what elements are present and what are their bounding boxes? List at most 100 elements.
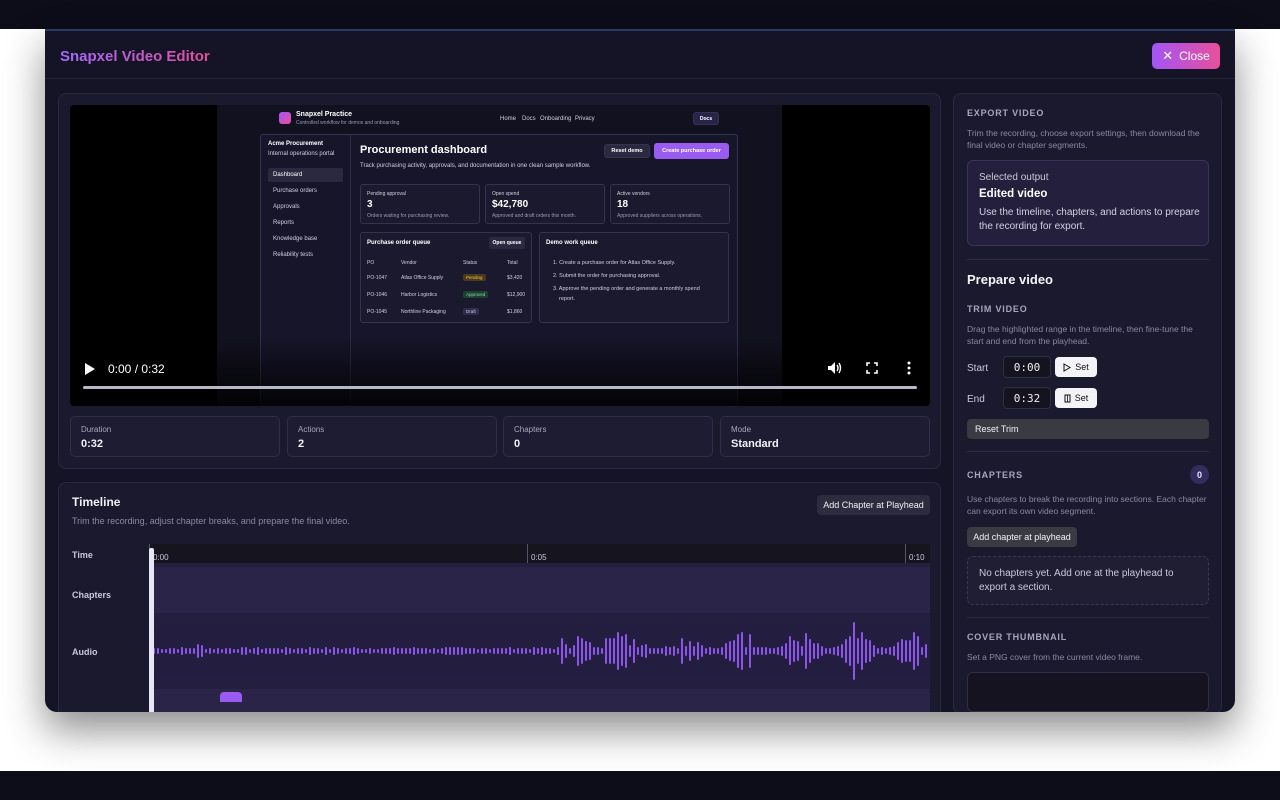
- waveform-bar: [289, 648, 291, 654]
- waveform-bar: [297, 647, 299, 655]
- trim-start-handle[interactable]: [149, 548, 154, 712]
- waveform-bar: [605, 637, 607, 665]
- practice-side-item: Purchase orders: [273, 188, 318, 194]
- volume-icon[interactable]: [827, 361, 843, 375]
- ruler-tick: [905, 544, 906, 563]
- ruler-tick-label: 0:05: [531, 553, 547, 562]
- waveform-bar: [553, 648, 555, 654]
- more-options-icon[interactable]: [907, 361, 911, 375]
- play-icon[interactable]: [84, 362, 96, 376]
- fullscreen-icon[interactable]: [866, 362, 878, 374]
- waveform-bar: [497, 647, 499, 655]
- waveform-bar: [645, 644, 647, 658]
- waveform-bar: [277, 648, 279, 654]
- add-chapter-button[interactable]: Add chapter at playhead: [967, 527, 1077, 547]
- waveform-bar: [641, 644, 643, 658]
- waveform-bar: [709, 646, 711, 656]
- trim-start-field[interactable]: 0:00: [1003, 356, 1051, 378]
- waveform-bar: [829, 647, 831, 655]
- waveform-bar: [433, 647, 435, 655]
- time-ruler[interactable]: 0:00 0:05 0:10: [149, 544, 930, 563]
- waveform-bar: [749, 633, 751, 669]
- waveform-bar: [521, 647, 523, 655]
- waveform-bar: [301, 648, 303, 654]
- waveform-bar: [689, 640, 691, 662]
- waveform-bar: [789, 636, 791, 666]
- practice-kpi-card: Active vendors 18 Approved suppliers acr…: [610, 184, 730, 224]
- ruler-tick-label: 0:10: [909, 553, 925, 562]
- waveform-bar: [381, 648, 383, 654]
- video-player[interactable]: Snapxel Practice Controlled workflow for…: [70, 105, 930, 406]
- waveform-bar: [557, 647, 559, 655]
- actions-track[interactable]: [149, 689, 930, 712]
- video-progress-bar[interactable]: [83, 386, 917, 389]
- waveform-bar: [185, 647, 187, 655]
- waveform-bar: [265, 648, 267, 654]
- waveform-bar: [317, 648, 319, 654]
- export-description: Trim the recording, choose export settin…: [967, 128, 1200, 150]
- selected-output-card: Selected output Edited video Use the tim…: [967, 160, 1209, 246]
- ruler-tick: [527, 544, 528, 563]
- action-marker[interactable]: [220, 692, 242, 702]
- practice-nav-docs: Docs: [522, 116, 536, 122]
- waveform-bar: [925, 644, 927, 658]
- stat-mode: Mode Standard: [720, 416, 930, 457]
- waveform-bar: [373, 648, 375, 654]
- waveform-bar: [685, 646, 687, 656]
- waveform-bar: [405, 648, 407, 654]
- waveform-bar: [893, 646, 895, 656]
- practice-nav-onboarding: Onboarding: [540, 116, 572, 122]
- timeline-tracks[interactable]: 0:00 0:05 0:10: [149, 544, 930, 712]
- practice-nav-home: Home: [500, 116, 517, 122]
- waveform-bar: [273, 647, 275, 655]
- waveform-bar: [365, 648, 367, 654]
- practice-heading: Procurement dashboard: [360, 144, 488, 156]
- waveform-bar: [225, 647, 227, 655]
- waveform-bar: [913, 632, 915, 670]
- waveform-bar: [357, 647, 359, 655]
- waveform-bar: [501, 647, 503, 655]
- waveform-bar: [517, 648, 519, 654]
- waveform-bar: [897, 642, 899, 660]
- waveform-bar: [229, 648, 231, 654]
- waveform-bar: [525, 648, 527, 654]
- waveform-bar: [649, 647, 651, 655]
- reset-trim-button[interactable]: Reset Trim: [967, 419, 1209, 439]
- waveform-bar: [337, 648, 339, 654]
- timeline-panel: Timeline Trim the recording, adjust chap…: [58, 482, 941, 712]
- waveform-bar: [573, 645, 575, 657]
- waveform-bar: [713, 647, 715, 655]
- close-icon: ✕: [1162, 48, 1174, 63]
- chapters-track[interactable]: [149, 567, 930, 613]
- waveform-bar: [473, 647, 475, 655]
- waveform-bar: [877, 647, 879, 655]
- waveform-bar: [745, 646, 747, 656]
- waveform-bar: [377, 648, 379, 654]
- waveform-bar: [413, 647, 415, 655]
- cover-thumbnail-preview[interactable]: [967, 672, 1209, 712]
- waveform-bar: [481, 648, 483, 654]
- waveform-bar: [177, 648, 179, 654]
- waveform-bar: [261, 648, 263, 654]
- waveform-bar: [389, 647, 391, 655]
- waveform-bar: [173, 647, 175, 654]
- waveform-bar: [733, 639, 735, 663]
- waveform-bar: [429, 648, 431, 654]
- time-display: 0:00 / 0:32: [108, 362, 165, 376]
- waveform-bar: [593, 647, 595, 655]
- set-start-button[interactable]: Set: [1055, 357, 1097, 377]
- add-chapter-at-playhead-button[interactable]: Add Chapter at Playhead: [817, 495, 930, 515]
- waveform-bar: [421, 648, 423, 654]
- stat-label: Duration: [81, 425, 112, 434]
- stat-value: 0:32: [81, 438, 104, 450]
- waveform-bar: [857, 638, 859, 664]
- waveform-bar: [561, 638, 563, 664]
- prepare-video-title: Prepare video: [967, 272, 1053, 287]
- set-end-button[interactable]: Set: [1055, 388, 1097, 408]
- waveform-bar: [821, 646, 823, 656]
- stat-label: Chapters: [514, 425, 547, 434]
- waveform-bar: [697, 642, 699, 660]
- close-button[interactable]: ✕ Close: [1152, 43, 1220, 69]
- waveform-bar: [693, 646, 695, 656]
- trim-end-field[interactable]: 0:32: [1003, 387, 1051, 409]
